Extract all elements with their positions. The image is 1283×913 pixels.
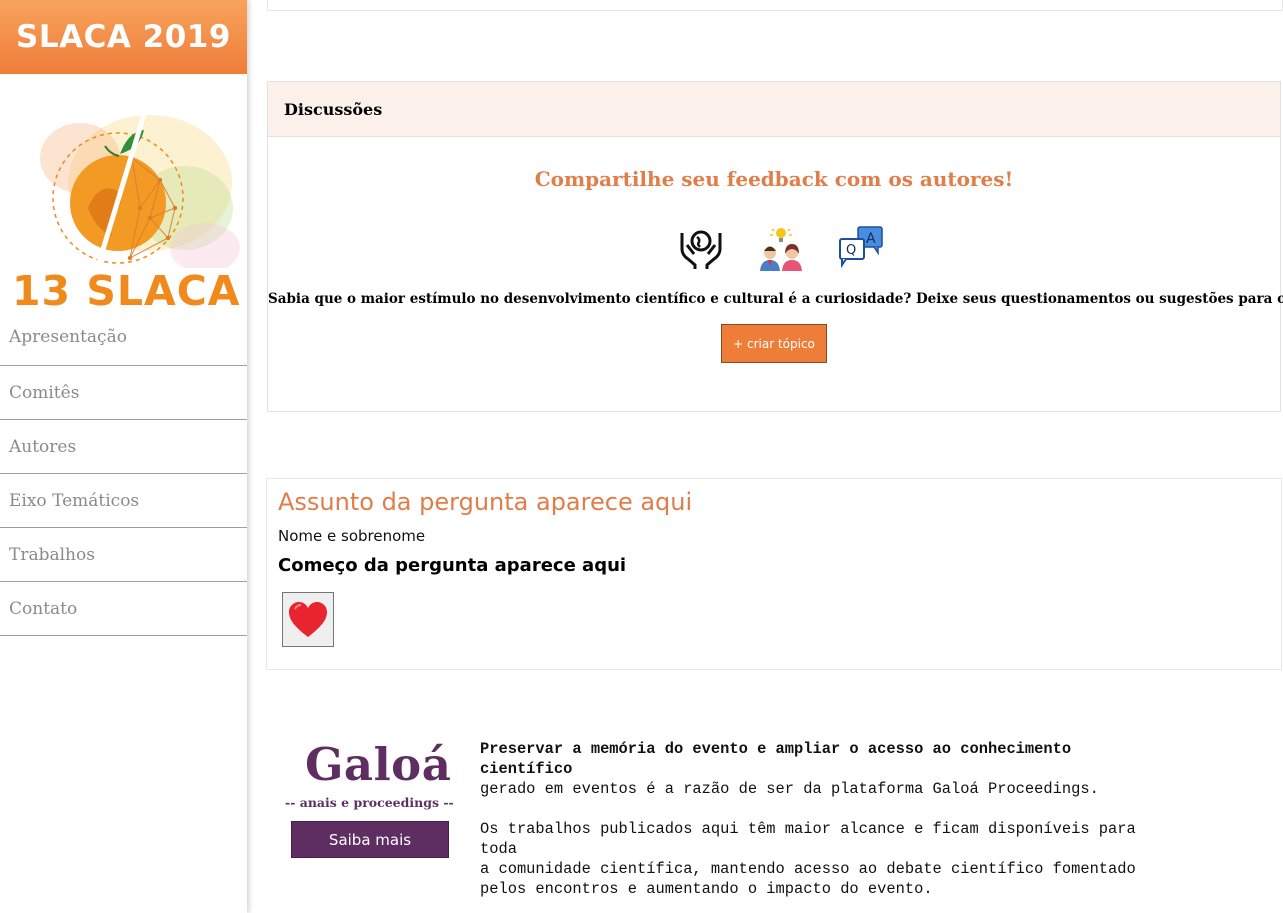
event-logo-text: 13 SLACA <box>12 267 241 315</box>
question-card: Assunto da pergunta aparece aqui Nome e … <box>266 478 1282 670</box>
discussions-description: Sabia que o maior estímulo no desenvolvi… <box>268 291 1283 307</box>
sidebar-item-contato[interactable]: Contato <box>0 582 247 636</box>
event-logo: 13 SLACA <box>0 74 247 324</box>
sidebar: SLACA 2019 13 SLACA Apresentação Comitês… <box>0 0 247 913</box>
brand-bar[interactable]: SLACA 2019 <box>0 0 247 74</box>
galoa-text-line: pelos encontros e aumentando o impacto d… <box>480 880 933 898</box>
brand-title[interactable]: SLACA 2019 <box>16 19 231 55</box>
helping-hands-globe-icon <box>676 223 726 273</box>
event-logo-image <box>40 107 240 268</box>
question-excerpt: Começo da pergunta aparece aqui <box>278 555 627 576</box>
sidebar-item-apresentacao[interactable]: Apresentação <box>0 324 247 366</box>
learn-more-button[interactable]: Saiba mais <box>291 821 449 858</box>
question-subject[interactable]: Assunto da pergunta aparece aqui <box>278 488 692 516</box>
heart-icon <box>289 601 327 637</box>
feedback-heading: Compartilhe seu feedback com os autores! <box>534 167 1014 191</box>
qa-chat-icon: A Q <box>836 223 886 273</box>
galoa-text-line: a comunidade científica, mantendo acesso… <box>480 860 1136 878</box>
discussions-header: Discussões <box>268 82 1280 137</box>
sidebar-item-trabalhos[interactable]: Trabalhos <box>0 528 247 582</box>
question-author: Nome e sobrenome <box>278 527 426 545</box>
galoa-lead-line: Preservar a memória do evento e ampliar … <box>480 740 1072 758</box>
create-topic-button[interactable]: + criar tópico <box>721 324 827 363</box>
sidebar-nav: Apresentação Comitês Autores Eixo Temáti… <box>0 324 247 636</box>
galoa-text-line: toda <box>480 840 517 858</box>
discussions-icons: A Q <box>268 223 1280 273</box>
sidebar-item-autores[interactable]: Autores <box>0 420 247 474</box>
discussions-title: Discussões <box>284 99 383 119</box>
like-button[interactable] <box>282 592 334 647</box>
svg-text:A: A <box>866 231 876 247</box>
discussions-panel: Discussões Compartilhe seu feedback com … <box>267 81 1283 412</box>
previous-section-box <box>267 0 1283 11</box>
main-content: Discussões Compartilhe seu feedback com … <box>247 0 1283 913</box>
galoa-text-line: gerado em eventos é a razão de ser da pl… <box>480 780 1099 798</box>
sidebar-item-eixo-tematicos[interactable]: Eixo Temáticos <box>0 474 247 528</box>
galoa-text-line: Os trabalhos publicados aqui têm maior a… <box>480 820 1136 838</box>
galoa-description: Preservar a memória do evento e ampliar … <box>480 739 1270 899</box>
svg-text:Q: Q <box>846 243 856 258</box>
galoa-logo[interactable]: Galoá <box>305 738 451 791</box>
galoa-lead-line: científico <box>480 760 573 778</box>
sidebar-item-comites[interactable]: Comitês <box>0 366 247 420</box>
galoa-tagline: -- anais e proceedings -- <box>285 795 454 810</box>
people-idea-icon <box>756 223 806 273</box>
